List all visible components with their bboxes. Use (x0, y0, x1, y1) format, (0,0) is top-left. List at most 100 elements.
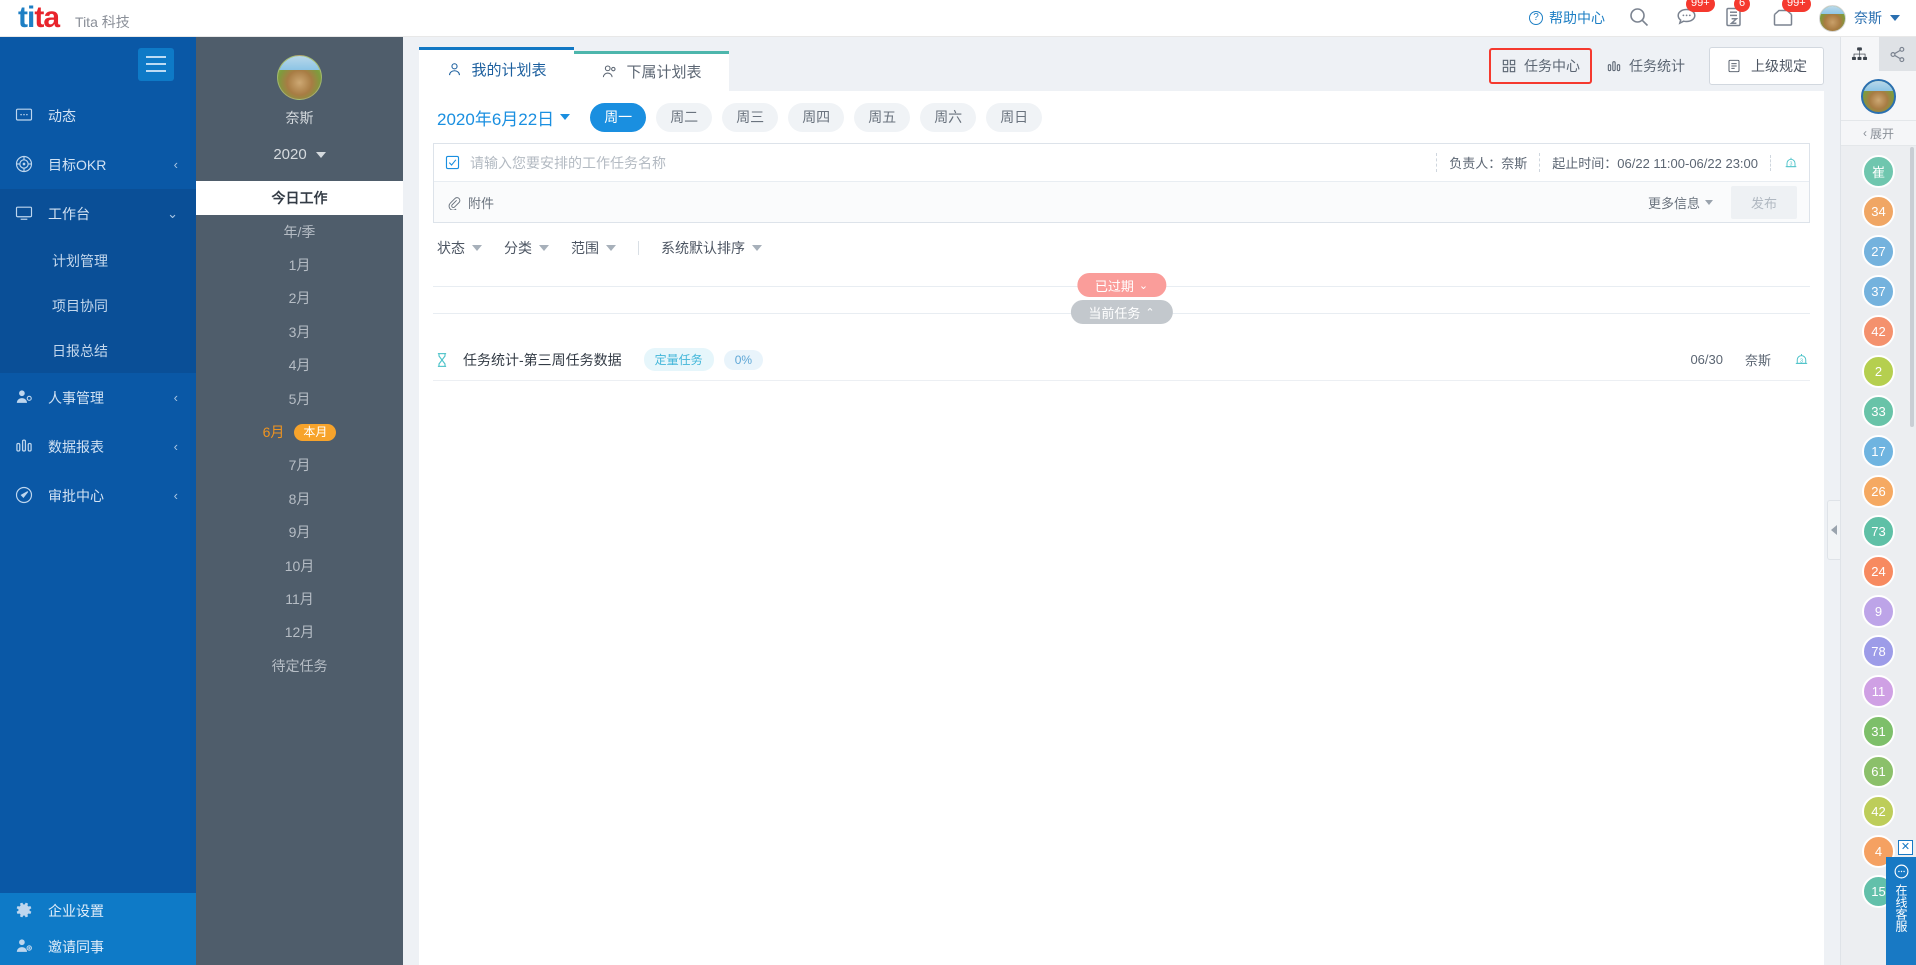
month-item-4[interactable]: 4月 (196, 349, 403, 382)
new-task-toolbar: 附件 更多信息 发布 (434, 182, 1809, 222)
sidebar-item-company-settings[interactable]: 企业设置 (0, 893, 196, 929)
rail-dot[interactable]: 11 (1862, 675, 1895, 708)
month-item-2[interactable]: 2月 (196, 282, 403, 315)
rail-expand-button[interactable]: ‹ 展开 (1841, 120, 1916, 146)
weekday-wed[interactable]: 周三 (722, 102, 779, 132)
rail-dot[interactable]: 26 (1862, 475, 1895, 508)
table-row[interactable]: 任务统计-第三周任务数据 定量任务 0% 06/30 奈斯 3 (433, 339, 1810, 381)
sidebar-item-reports[interactable]: 数据报表 ‹ (0, 422, 196, 471)
month-item-11[interactable]: 11月 (196, 582, 403, 615)
help-center-button[interactable]: ? 帮助中心 (1529, 8, 1605, 28)
sidebar-item-hr[interactable]: 人事管理 ‹ (0, 373, 196, 422)
chevron-down-icon (1704, 199, 1713, 205)
weekday-sun[interactable]: 周日 (986, 102, 1043, 132)
more-info-button[interactable]: 更多信息 (1638, 193, 1723, 212)
rail-collapse-handle[interactable] (1827, 500, 1840, 560)
rail-dot[interactable]: 42 (1862, 315, 1895, 348)
month-item-1[interactable]: 1月 (196, 248, 403, 281)
sidebar-item-okr[interactable]: 目标OKR ‹ (0, 140, 196, 189)
task-stats-label: 任务统计 (1629, 58, 1685, 74)
reminder-icon[interactable]: 3 (1793, 351, 1810, 368)
year-selector[interactable]: 2020 (273, 146, 326, 163)
menu-toggle-button[interactable] (138, 47, 174, 81)
month-item-year-quarter[interactable]: 年/季 (196, 215, 403, 248)
rail-dot[interactable]: 33 (1862, 395, 1895, 428)
sidebar-toggle-row (0, 37, 196, 91)
sort-selector[interactable]: 系统默认排序 (661, 238, 784, 258)
sidebar-item-approval[interactable]: 审批中心 ‹ (0, 471, 196, 520)
month-item-3[interactable]: 3月 (196, 315, 403, 348)
owner-field[interactable]: 负责人：奈斯 (1436, 153, 1539, 172)
month-item-12[interactable]: 12月 (196, 616, 403, 649)
month-item-9[interactable]: 9月 (196, 516, 403, 549)
rail-dot[interactable]: 73 (1862, 515, 1895, 548)
filter-scope[interactable]: 范围 (571, 238, 638, 258)
online-support-button[interactable]: 在线客服 (1886, 857, 1916, 965)
sidebar-item-feed[interactable]: 动态 (0, 91, 196, 140)
weekday-thu[interactable]: 周四 (788, 102, 845, 132)
filter-status[interactable]: 状态 (437, 238, 504, 258)
rail-dot[interactable]: 崔 (1862, 155, 1895, 188)
sidebar-subitem-project-collab[interactable]: 项目协同 (0, 283, 196, 328)
month-item-6[interactable]: 6月 本月 (196, 415, 403, 448)
attachment-button[interactable]: 附件 (446, 193, 494, 212)
owner-label: 负责人： (1449, 156, 1502, 171)
rail-dot[interactable]: 42 (1862, 795, 1895, 828)
date-row: 2020年6月22日 周一 周二 周三 周四 周五 周六 周日 (419, 91, 1824, 143)
rail-scrollbar[interactable] (1910, 147, 1914, 427)
burger-line (146, 70, 166, 72)
month-item-5[interactable]: 5月 (196, 382, 403, 415)
archive-icon[interactable]: 6 (1723, 0, 1750, 31)
date-selector[interactable]: 2020年6月22日 (437, 105, 571, 130)
avatar[interactable] (277, 55, 322, 100)
rail-dot[interactable]: 78 (1862, 635, 1895, 668)
tab-subordinate-plan[interactable]: 下属计划表 (574, 51, 729, 91)
weekday-sat[interactable]: 周六 (920, 102, 977, 132)
search-icon[interactable] (1627, 5, 1653, 31)
time-field[interactable]: 起止时间：06/22 11:00-06/22 23:00 (1539, 153, 1770, 172)
weekday-tue[interactable]: 周二 (656, 102, 713, 132)
tab-my-plan[interactable]: 我的计划表 (419, 47, 574, 91)
rail-dot[interactable]: 61 (1862, 755, 1895, 788)
org-tree-icon[interactable] (1841, 37, 1879, 71)
superior-rules-button[interactable]: 上级规定 (1709, 47, 1824, 85)
rail-dot[interactable]: 31 (1862, 715, 1895, 748)
weekday-fri[interactable]: 周五 (854, 102, 911, 132)
task-row-right: 06/30 奈斯 3 (1690, 350, 1810, 369)
chat-close-icon[interactable]: ✕ (1898, 840, 1913, 855)
sidebar-item-workbench[interactable]: 工作台 ⌄ (0, 189, 196, 238)
rail-dot[interactable]: 2 (1862, 355, 1895, 388)
current-section-toggle[interactable]: 当前任务 ⌃ (1070, 300, 1173, 324)
month-item-7[interactable]: 7月 (196, 449, 403, 482)
month-item-10[interactable]: 10月 (196, 549, 403, 582)
filter-category[interactable]: 分类 (504, 238, 571, 258)
share-icon[interactable] (1878, 37, 1916, 71)
task-stats-button[interactable]: 任务统计 (1592, 48, 1699, 84)
mail-icon[interactable]: 99+ (1771, 0, 1811, 31)
user-menu[interactable]: 奈斯 (1819, 4, 1900, 32)
checkbox-icon[interactable] (444, 154, 461, 171)
attachment-label: 附件 (468, 195, 495, 211)
weekday-mon[interactable]: 周一 (590, 102, 647, 132)
reminder-icon[interactable]: 3 (1770, 154, 1799, 171)
rail-dot[interactable]: 24 (1862, 555, 1895, 588)
avatar[interactable] (1861, 79, 1896, 114)
logo[interactable]: tita Tita 科技 (0, 3, 130, 33)
month-item-today[interactable]: 今日工作 (196, 181, 403, 215)
month-item-pending[interactable]: 待定任务 (196, 649, 403, 682)
message-icon[interactable]: 99+ (1675, 0, 1715, 31)
rail-dot[interactable]: 34 (1862, 195, 1895, 228)
task-center-button[interactable]: 任务中心 (1489, 48, 1592, 84)
publish-button[interactable]: 发布 (1730, 185, 1797, 219)
sidebar-item-invite[interactable]: 邀请同事 (0, 929, 196, 965)
users-icon (601, 63, 618, 80)
rail-dot[interactable]: 9 (1862, 595, 1895, 628)
rail-dot[interactable]: 17 (1862, 435, 1895, 468)
month-item-8[interactable]: 8月 (196, 482, 403, 515)
expired-section-toggle[interactable]: 已过期 ⌄ (1076, 273, 1167, 297)
task-name-input[interactable] (470, 154, 1437, 171)
sidebar-subitem-daily-report[interactable]: 日报总结 (0, 328, 196, 373)
rail-dot[interactable]: 27 (1862, 235, 1895, 268)
rail-dot[interactable]: 37 (1862, 275, 1895, 308)
sidebar-subitem-plan-management[interactable]: 计划管理 (0, 238, 196, 283)
